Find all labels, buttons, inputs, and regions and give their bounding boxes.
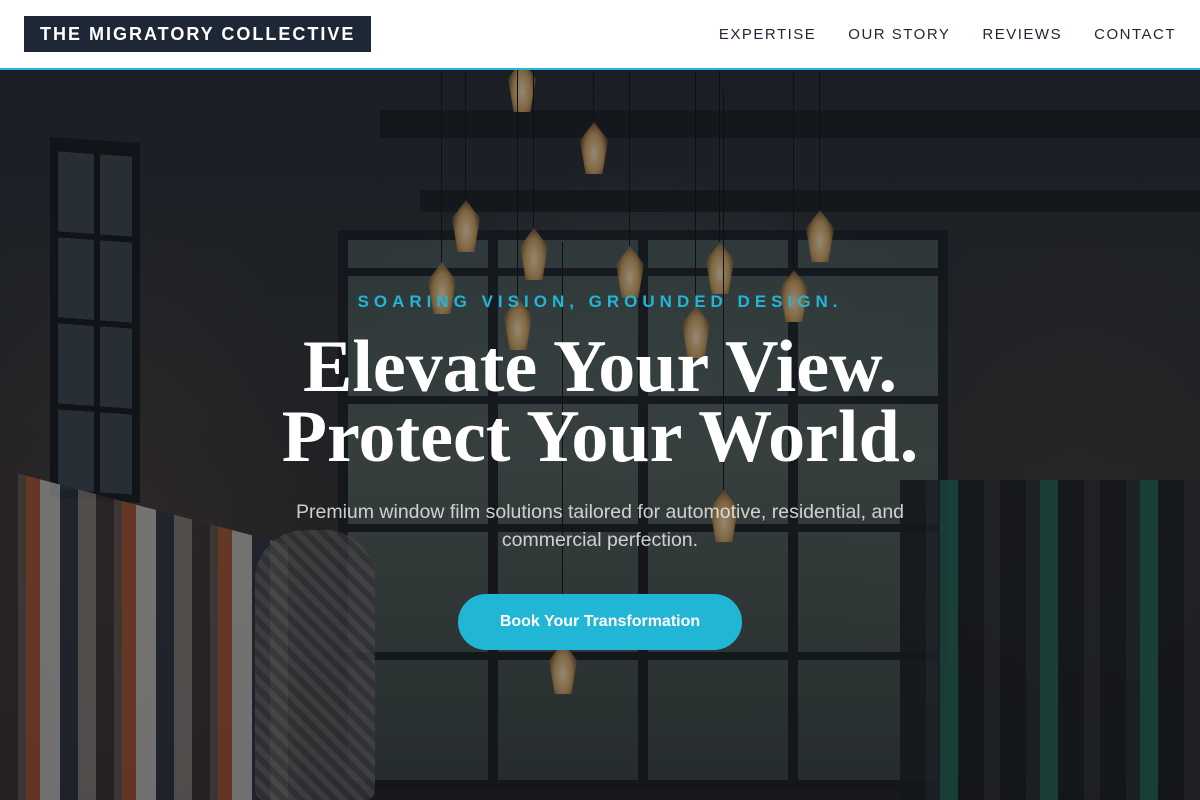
- nav-link-our-story[interactable]: OUR STORY: [848, 26, 950, 43]
- nav-link-contact[interactable]: CONTACT: [1094, 26, 1176, 43]
- book-transformation-button[interactable]: Book Your Transformation: [458, 594, 742, 650]
- hero-content: SOARING VISION, GROUNDED DESIGN. Elevate…: [0, 70, 1200, 800]
- hero-tagline: SOARING VISION, GROUNDED DESIGN.: [357, 292, 843, 311]
- hero-headline: Elevate Your View. Protect Your World.: [0, 330, 1200, 474]
- site-logo-text: THE MIGRATORY COLLECTIVE: [40, 23, 356, 44]
- hero-headline-line-2: Protect Your World.: [281, 396, 919, 478]
- nav-link-expertise[interactable]: EXPERTISE: [719, 26, 816, 43]
- main-nav: EXPERTISE OUR STORY REVIEWS CONTACT: [687, 0, 1176, 68]
- nav-link-reviews[interactable]: REVIEWS: [982, 26, 1062, 43]
- site-logo[interactable]: THE MIGRATORY COLLECTIVE: [24, 16, 372, 52]
- hero-subtext: Premium window film solutions tailored f…: [295, 501, 905, 551]
- site-header: THE MIGRATORY COLLECTIVE EXPERTISE OUR S…: [0, 0, 1200, 70]
